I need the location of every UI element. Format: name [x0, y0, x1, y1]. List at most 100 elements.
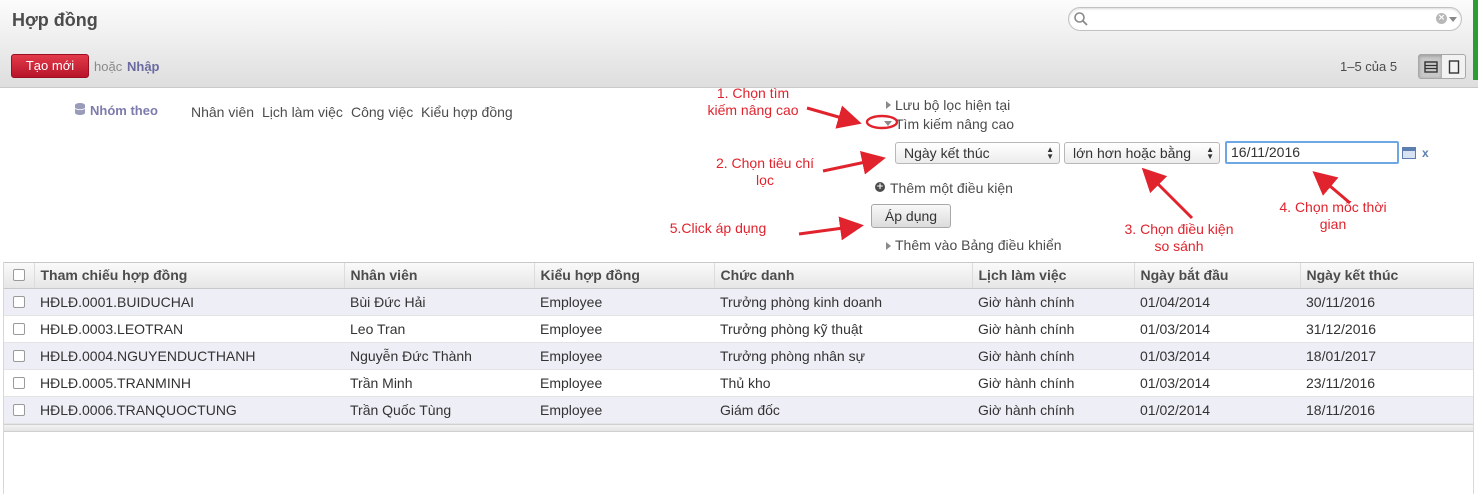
annotation-step5: 5.Click áp dụng	[669, 220, 767, 236]
row-select-cell	[4, 342, 34, 370]
select-arrows-icon: ▲ ▼	[1046, 145, 1054, 161]
cell-employee[interactable]: Trần Minh	[344, 369, 534, 397]
row-checkbox[interactable]	[13, 403, 25, 416]
group-by-job[interactable]: Công việc	[351, 104, 413, 120]
cell-contract-type[interactable]: Employee	[534, 396, 714, 424]
row-select-cell	[4, 369, 34, 397]
clear-search-icon[interactable]: ×	[1436, 13, 1447, 24]
cell-employee[interactable]: Trần Quốc Tùng	[344, 396, 534, 424]
search-box[interactable]: ×	[1068, 7, 1462, 31]
row-checkbox[interactable]	[13, 376, 25, 389]
cell-contract-type[interactable]: Employee	[534, 315, 714, 343]
cell-contract-type[interactable]: Employee	[534, 369, 714, 397]
remove-condition-button[interactable]: x	[1422, 146, 1429, 160]
arrow-step2	[822, 150, 886, 175]
form-view-button[interactable]	[1442, 55, 1465, 78]
form-view-icon	[1448, 59, 1459, 74]
cell-employee[interactable]: Leo Tran	[344, 315, 534, 343]
annotation-step1-line2: kiếm nâng cao	[707, 102, 799, 118]
cell-contract-type[interactable]: Employee	[534, 288, 714, 316]
table-row[interactable]: HĐLĐ.0003.LEOTRAN Leo Tran Employee Trưở…	[4, 315, 1473, 343]
annotation-step3-line1: 3. Chọn điều kiện	[1124, 221, 1234, 237]
cell-end-date[interactable]: 30/11/2016	[1300, 288, 1473, 316]
cell-end-date[interactable]: 18/01/2017	[1300, 342, 1473, 370]
col-contract-ref[interactable]: Tham chiếu hợp đồng	[33, 263, 344, 289]
search-icon	[1073, 11, 1089, 31]
annotation-step1: 1. Chọn tìm kiếm nâng cao	[694, 85, 812, 119]
cell-employee[interactable]: Nguyễn Đức Thành	[344, 342, 534, 370]
cell-schedule[interactable]: Giờ hành chính	[972, 288, 1134, 316]
arrow-step5	[798, 216, 864, 241]
cell-contract-ref[interactable]: HĐLĐ.0006.TRANQUOCTUNG	[34, 396, 344, 424]
highlight-circle	[865, 114, 899, 130]
select-all-checkbox[interactable]	[13, 269, 25, 282]
calendar-icon[interactable]	[1402, 147, 1416, 159]
col-start-date[interactable]: Ngày bắt đầu	[1133, 263, 1300, 289]
group-by-contract-type[interactable]: Kiểu hợp đồng	[421, 104, 513, 120]
col-schedule[interactable]: Lịch làm việc	[971, 263, 1134, 289]
cell-schedule[interactable]: Giờ hành chính	[972, 342, 1134, 370]
cell-schedule[interactable]: Giờ hành chính	[972, 369, 1134, 397]
cell-schedule[interactable]: Giờ hành chính	[972, 315, 1134, 343]
cell-start-date[interactable]: 01/02/2014	[1134, 396, 1300, 424]
cell-contract-ref[interactable]: HĐLĐ.0004.NGUYENDUCTHANH	[34, 342, 344, 370]
cell-end-date[interactable]: 31/12/2016	[1300, 315, 1473, 343]
table-row[interactable]: HĐLĐ.0004.NGUYENDUCTHANH Nguyễn Đức Thàn…	[4, 342, 1473, 370]
annotation-step2: 2. Chọn tiêu chí lọc	[705, 155, 825, 189]
control-panel: Hợp đồng × Tạo mới hoặc Nhập 1–5 của 5	[0, 0, 1478, 88]
col-end-date[interactable]: Ngày kết thúc	[1299, 263, 1473, 289]
col-employee[interactable]: Nhân viên	[343, 263, 534, 289]
group-by-employee[interactable]: Nhân viên	[191, 104, 254, 120]
cell-end-date[interactable]: 18/11/2016	[1300, 396, 1473, 424]
filter-field-select[interactable]: Ngày kết thúc ▲ ▼	[895, 142, 1060, 164]
annotation-step2-line2: lọc	[756, 172, 774, 188]
row-checkbox[interactable]	[13, 295, 25, 308]
cell-contract-ref[interactable]: HĐLĐ.0005.TRANMINH	[34, 369, 344, 397]
list-view-icon	[1423, 60, 1438, 73]
cell-start-date[interactable]: 01/03/2014	[1134, 315, 1300, 343]
group-by-schedule[interactable]: Lịch làm việc	[262, 104, 343, 120]
cell-job-title[interactable]: Trưởng phòng nhân sự	[714, 342, 972, 370]
cell-start-date[interactable]: 01/03/2014	[1134, 342, 1300, 370]
add-condition-link[interactable]: Thêm một điều kiện	[890, 180, 1013, 196]
filter-operator-select[interactable]: lớn hơn hoặc bằng ▲ ▼	[1064, 142, 1220, 164]
import-link[interactable]: Nhập	[127, 59, 160, 74]
annotation-step4-line2: gian	[1319, 216, 1347, 232]
arrow-step1	[806, 105, 862, 129]
create-button[interactable]: Tạo mới	[11, 54, 89, 78]
filter-date-input[interactable]: 16/11/2016	[1225, 141, 1399, 164]
col-job-title[interactable]: Chức danh	[713, 263, 972, 289]
cell-contract-ref[interactable]: HĐLĐ.0003.LEOTRAN	[34, 315, 344, 343]
cell-job-title[interactable]: Thủ kho	[714, 369, 972, 397]
cell-start-date[interactable]: 01/04/2014	[1134, 288, 1300, 316]
cell-job-title[interactable]: Trưởng phòng kinh doanh	[714, 288, 972, 316]
select-arrows-icon: ▲ ▼	[1206, 145, 1214, 161]
advanced-search-link[interactable]: Tìm kiếm nâng cao	[895, 116, 1014, 132]
cell-contract-type[interactable]: Employee	[534, 342, 714, 370]
search-dropdown-icon[interactable]	[1449, 17, 1457, 22]
table-row[interactable]: HĐLĐ.0005.TRANMINH Trần Minh Employee Th…	[4, 369, 1473, 397]
add-to-dashboard-link[interactable]: Thêm vào Bảng điều khiển	[895, 237, 1062, 253]
advanced-search-toggle-icon	[884, 121, 892, 126]
list-view-button[interactable]	[1419, 55, 1442, 78]
cell-start-date[interactable]: 01/03/2014	[1134, 369, 1300, 397]
row-checkbox[interactable]	[13, 322, 25, 335]
cell-job-title[interactable]: Trưởng phòng kỹ thuật	[714, 315, 972, 343]
filter-operator-value: lớn hơn hoặc bằng	[1073, 145, 1192, 161]
cell-employee[interactable]: Bùi Đức Hải	[344, 288, 534, 316]
col-contract-type[interactable]: Kiểu hợp đồng	[533, 263, 714, 289]
cell-end-date[interactable]: 23/11/2016	[1300, 369, 1473, 397]
contracts-table: Tham chiếu hợp đồng Nhân viên Kiểu hợp đ…	[4, 263, 1473, 424]
table-row[interactable]: HĐLĐ.0006.TRANQUOCTUNG Trần Quốc Tùng Em…	[4, 396, 1473, 424]
annotation-step2-line1: 2. Chọn tiêu chí	[715, 155, 815, 171]
cell-schedule[interactable]: Giờ hành chính	[972, 396, 1134, 424]
cell-contract-ref[interactable]: HĐLĐ.0001.BUIDUCHAI	[34, 288, 344, 316]
view-switcher	[1418, 54, 1466, 79]
apply-button[interactable]: Áp dụng	[871, 204, 951, 228]
table-row[interactable]: HĐLĐ.0001.BUIDUCHAI Bùi Đức Hải Employee…	[4, 288, 1473, 316]
row-checkbox[interactable]	[13, 349, 25, 362]
annotation-step1-line1: 1. Chọn tìm	[716, 85, 790, 101]
group-by-label: Nhóm theo	[90, 103, 158, 118]
cell-job-title[interactable]: Giám đốc	[714, 396, 972, 424]
save-filter-link[interactable]: Lưu bộ lọc hiện tại	[895, 97, 1010, 113]
